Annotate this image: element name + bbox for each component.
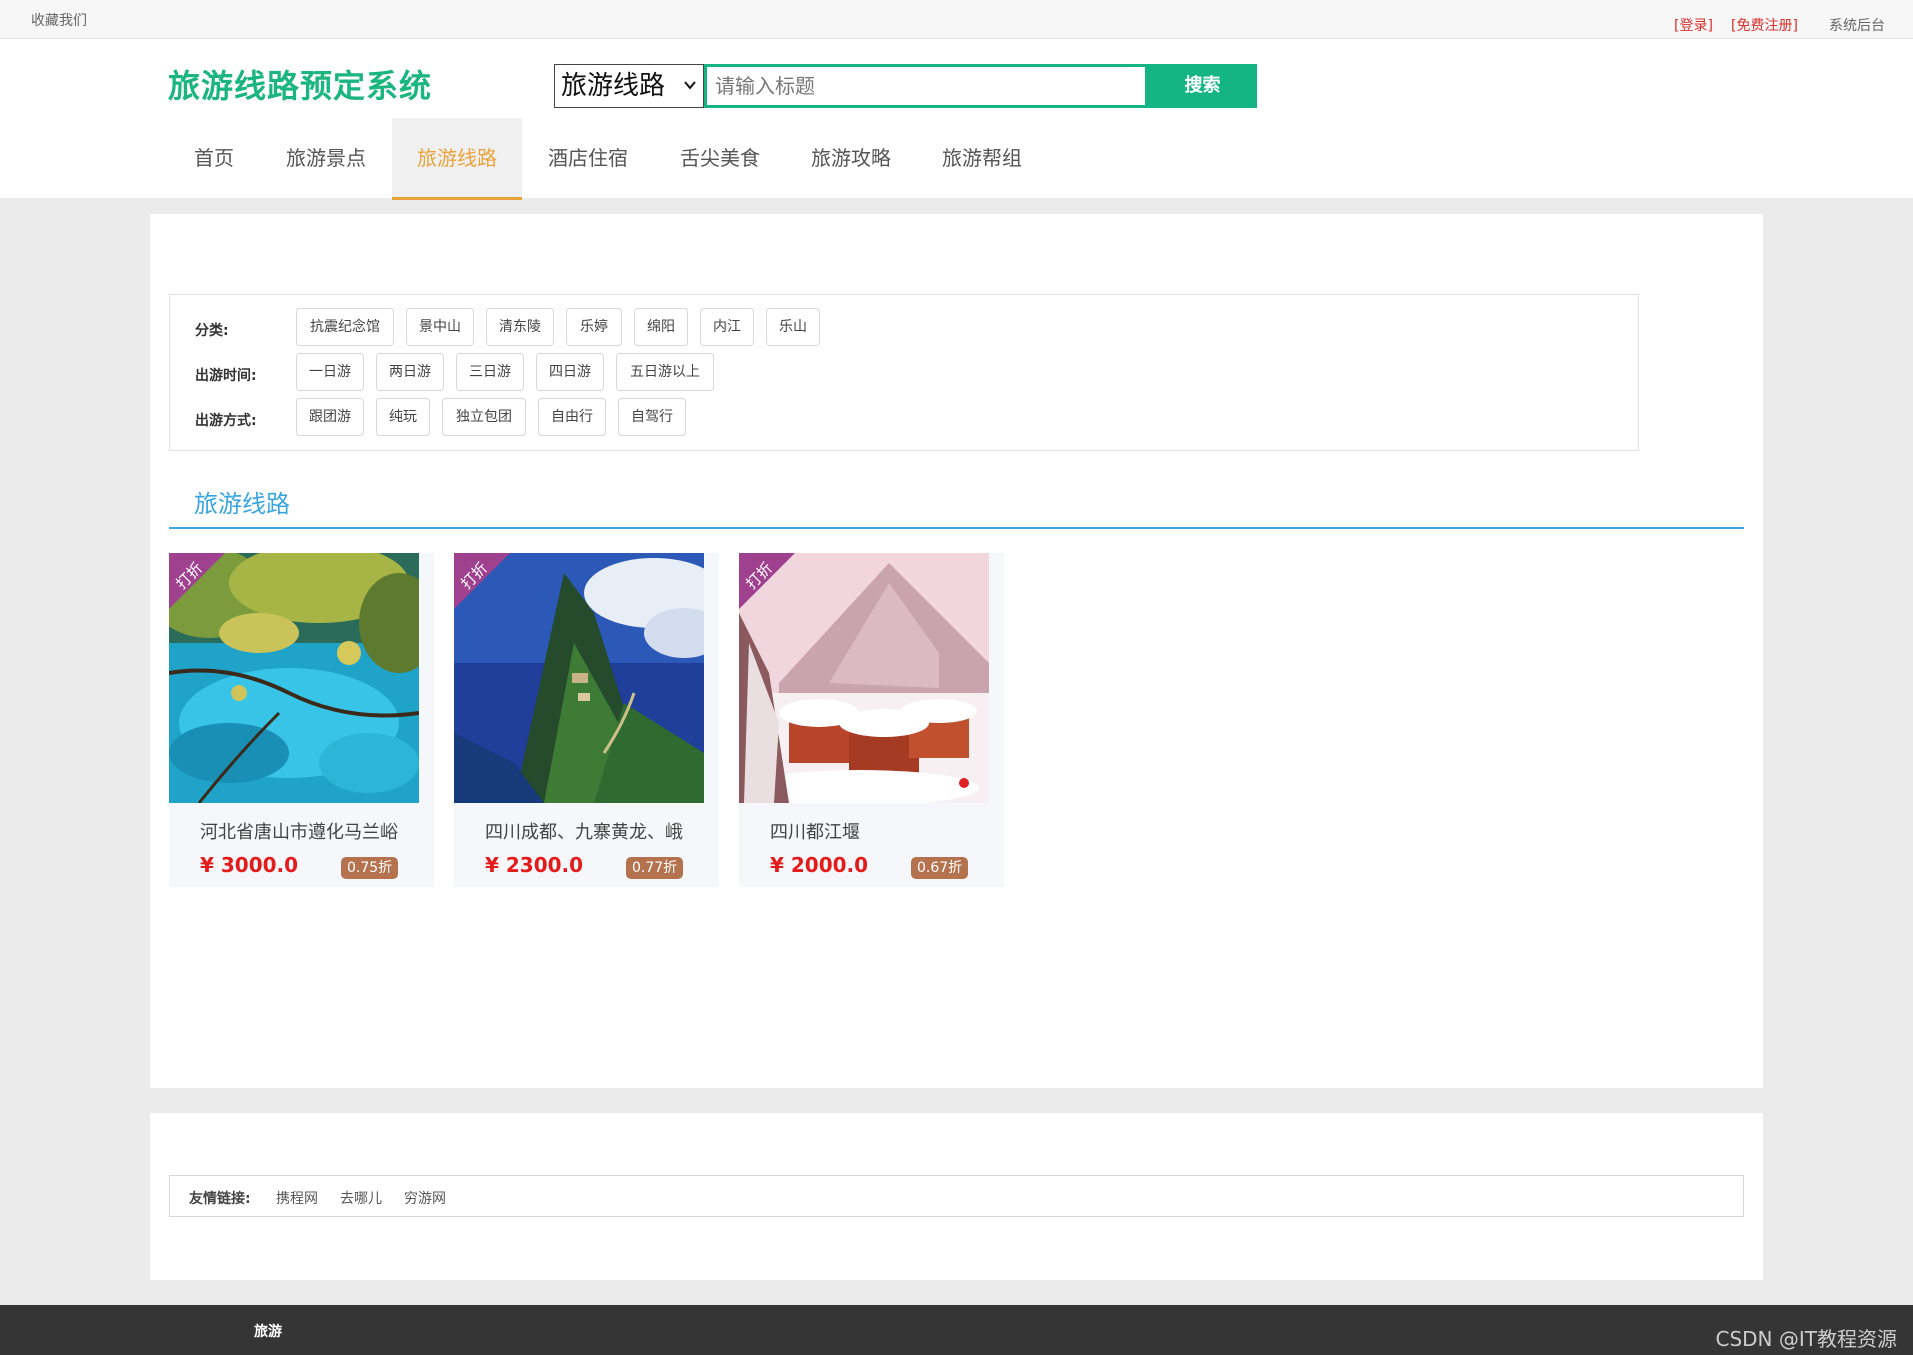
register-link[interactable]: [免费注册]: [1731, 15, 1798, 35]
main-content: 分类: 抗震纪念馆 景中山 清东陵 乐婷 绵阳 内江 乐山 出游时间: 一日游 …: [150, 214, 1763, 1088]
nav-help[interactable]: 旅游帮组: [932, 118, 1032, 200]
filter-tag[interactable]: 内江: [700, 308, 754, 346]
search-category-value: 旅游线路: [561, 71, 666, 101]
section-divider: [169, 527, 1744, 529]
route-image-snow-village[interactable]: 打折: [739, 553, 989, 803]
filter-tag[interactable]: 三日游: [456, 353, 524, 391]
filter-label-duration: 出游时间:: [195, 368, 257, 384]
nav-attractions[interactable]: 旅游景点: [276, 118, 376, 200]
route-card[interactable]: 打折 河北省唐山市遵化马兰峪 ¥ 3000.0 0.75折: [169, 553, 434, 887]
route-price: ¥ 2300.0: [485, 853, 584, 877]
filter-tag[interactable]: 跟团游: [296, 398, 364, 436]
friend-links-section: 友情链接: 携程网 去哪儿 穷游网: [150, 1113, 1763, 1280]
filter-row-category: 分类: 抗震纪念馆 景中山 清东陵 乐婷 绵阳 内江 乐山: [170, 308, 1638, 348]
filter-tag[interactable]: 抗震纪念馆: [296, 308, 394, 346]
filter-tag[interactable]: 景中山: [406, 308, 474, 346]
filter-tag[interactable]: 一日游: [296, 353, 364, 391]
filter-panel: 分类: 抗震纪念馆 景中山 清东陵 乐婷 绵阳 内江 乐山 出游时间: 一日游 …: [169, 294, 1639, 451]
friend-links-box: 友情链接: 携程网 去哪儿 穷游网: [169, 1175, 1744, 1217]
filter-label-mode: 出游方式:: [195, 413, 257, 429]
header: 旅游线路预定系统 旅游线路 请输入标题 搜索 首页 旅游景点 旅游线路 酒店住宿…: [0, 39, 1913, 200]
route-price: ¥ 3000.0: [200, 853, 299, 877]
bottom-bar: 旅游: [0, 1305, 1913, 1355]
filter-tag[interactable]: 四日游: [536, 353, 604, 391]
friend-links-label: 友情链接:: [189, 1191, 251, 1207]
filter-row-duration: 出游时间: 一日游 两日游 三日游 四日游 五日游以上: [170, 353, 1638, 393]
chevron-down-icon: [683, 65, 697, 107]
route-title[interactable]: 四川成都、九寨黄龙、峨: [485, 818, 690, 844]
filter-tag[interactable]: 自由行: [538, 398, 606, 436]
nav-home[interactable]: 首页: [174, 118, 254, 200]
watermark: CSDN @IT教程资源: [1715, 1327, 1898, 1351]
nav-hotels[interactable]: 酒店住宿: [538, 118, 638, 200]
top-bar: 收藏我们 [登录] [免费注册] 系统后台: [0, 0, 1913, 39]
search-button[interactable]: 搜索: [1148, 64, 1257, 108]
route-image-lake-forest[interactable]: 打折: [169, 553, 419, 803]
route-image-mountain-peak[interactable]: 打折: [454, 553, 704, 803]
filter-tag[interactable]: 乐婷: [566, 308, 622, 346]
filter-tag[interactable]: 绵阳: [634, 308, 688, 346]
filter-row-mode: 出游方式: 跟团游 纯玩 独立包团 自由行 自驾行: [170, 398, 1638, 438]
nav-guides[interactable]: 旅游攻略: [801, 118, 901, 200]
discount-badge: 0.67折: [911, 857, 969, 879]
footer-brand: 旅游: [254, 1324, 282, 1340]
filter-tag[interactable]: 纯玩: [376, 398, 430, 436]
filter-tag[interactable]: 两日游: [376, 353, 444, 391]
filter-tag[interactable]: 自驾行: [618, 398, 686, 436]
friend-link[interactable]: 携程网: [276, 1188, 318, 1208]
filter-tag[interactable]: 乐山: [766, 308, 820, 346]
admin-link[interactable]: 系统后台: [1829, 15, 1885, 35]
friend-link[interactable]: 穷游网: [404, 1188, 446, 1208]
filter-tag[interactable]: 清东陵: [486, 308, 554, 346]
friend-link[interactable]: 去哪儿: [340, 1188, 382, 1208]
route-price: ¥ 2000.0: [770, 853, 869, 877]
nav-routes[interactable]: 旅游线路: [392, 118, 522, 200]
nav-food[interactable]: 舌尖美食: [670, 118, 770, 200]
route-title[interactable]: 河北省唐山市遵化马兰峪: [200, 818, 405, 844]
favorite-link[interactable]: 收藏我们: [31, 10, 87, 30]
route-card[interactable]: 打折 四川成都、九寨黄龙、峨 ¥ 2300.0 0.77折: [454, 553, 719, 887]
search-input[interactable]: 请输入标题: [704, 64, 1148, 108]
filter-tag[interactable]: 五日游以上: [616, 353, 714, 391]
search-category-select[interactable]: 旅游线路: [554, 64, 704, 108]
route-card[interactable]: 打折 四川都江堰 ¥ 2000.0 0.67折: [739, 553, 1004, 887]
site-logo[interactable]: 旅游线路预定系统: [168, 61, 432, 107]
route-title[interactable]: 四川都江堰: [770, 818, 975, 844]
login-link[interactable]: [登录]: [1674, 15, 1713, 35]
discount-badge: 0.77折: [626, 857, 684, 879]
section-title: 旅游线路: [194, 490, 290, 518]
discount-badge: 0.75折: [341, 857, 399, 879]
filter-label-category: 分类:: [195, 323, 229, 339]
filter-tag[interactable]: 独立包团: [442, 398, 526, 436]
